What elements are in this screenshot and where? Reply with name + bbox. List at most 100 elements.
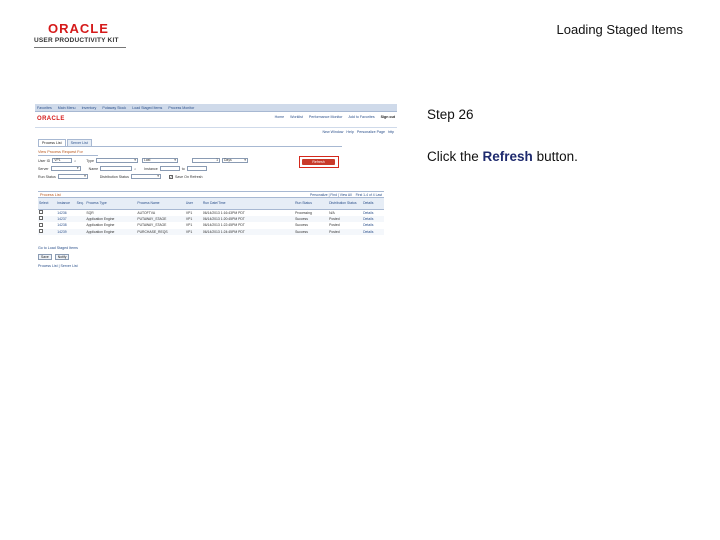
http-link[interactable]: http — [388, 130, 394, 134]
row-1: User ID VP1 ⌕ Type Last 1 Days — [38, 158, 248, 163]
grid-navigation: Personalize | Find | View All First 1-4 … — [310, 193, 382, 197]
instance-to-field[interactable] — [186, 166, 207, 171]
worklist-link[interactable]: Worklist — [290, 115, 303, 119]
instruction-prefix: Click the — [427, 149, 483, 164]
breadcrumb-item[interactable]: Process Monitor — [168, 106, 194, 110]
refresh-highlight-box — [299, 156, 339, 168]
step-instruction: Click the Refresh button. — [427, 149, 578, 164]
type-select[interactable] — [95, 158, 138, 163]
instance-from-field[interactable] — [159, 166, 180, 171]
run-datetime-cell: 06/14/2013 1:24:45PM PDT — [201, 228, 295, 235]
save-on-refresh-checkbox[interactable]: ✓ — [168, 174, 173, 179]
personalize-page-link[interactable]: Personalize Page — [357, 130, 385, 134]
last-value-field[interactable]: 1 — [191, 158, 220, 163]
load-staged-items-link[interactable]: Go to Load Staged Items — [38, 246, 78, 250]
column-header[interactable]: Instance — [56, 198, 76, 210]
table-header-row: Select Instance Seq. Process Type Proces… — [38, 198, 384, 210]
user-cell: VP1 — [184, 228, 202, 235]
instance-cell[interactable]: 14239 — [56, 228, 76, 235]
slide-title: Loading Staged Items — [556, 22, 683, 37]
process-list-title: Process List — [40, 192, 61, 197]
run-status-select[interactable] — [57, 174, 88, 179]
application-screenshot: Favorites Main Menu Inventory Putaway St… — [35, 104, 397, 270]
column-header: Select — [38, 198, 57, 210]
details-link[interactable]: Details — [362, 228, 384, 235]
column-header: Details — [362, 198, 384, 210]
app-logo: ORACLE — [37, 116, 65, 122]
column-header[interactable]: Distribution Status — [328, 198, 363, 210]
run-status-label: Run Status — [38, 174, 56, 179]
app-header: ORACLE Home Worklist Performance Monitor… — [35, 112, 397, 128]
breadcrumb-item[interactable]: Favorites — [37, 106, 52, 110]
logo-wordmark: ORACLE — [48, 21, 109, 36]
process-type-cell: Application Engine — [85, 228, 137, 235]
select-cell[interactable] — [38, 228, 57, 235]
step-number: Step 26 — [427, 107, 474, 122]
column-header[interactable]: Run Date/Time — [201, 198, 295, 210]
row-3: Run Status Distribution Status ✓ Save On… — [38, 174, 203, 179]
days-select[interactable]: Days — [221, 158, 248, 163]
breadcrumb-item[interactable]: Load Staged Items — [132, 106, 162, 110]
column-header[interactable]: Seq. — [75, 198, 86, 210]
grid-pager[interactable]: First 1-4 of 4 Last — [356, 193, 382, 197]
bottom-tab-links[interactable]: Process List | Server List — [38, 264, 78, 268]
run-status-cell: Success — [294, 228, 329, 235]
tab-server-list[interactable]: Server List — [66, 139, 92, 146]
column-header[interactable]: User — [184, 198, 202, 210]
column-header[interactable]: Process Type — [85, 198, 137, 210]
breadcrumb-item[interactable]: Inventory — [82, 106, 97, 110]
breadcrumb-item[interactable]: Putaway Stock — [102, 106, 126, 110]
help-link[interactable]: Help — [346, 130, 353, 134]
name-field[interactable] — [100, 166, 133, 171]
row-checkbox[interactable] — [39, 229, 43, 234]
breadcrumb-item[interactable]: Main Menu — [58, 106, 76, 110]
action-buttons: Save Notify — [38, 254, 70, 260]
performance-monitor-link[interactable]: Performance Monitor — [309, 115, 343, 119]
request-criteria: View Process Request For User ID VP1 ⌕ T… — [38, 150, 338, 188]
new-window-link[interactable]: New Window — [322, 130, 343, 134]
tab-divider — [38, 146, 342, 147]
oracle-upk-logo: ORACLE USER PRODUCTIVITY KIT — [34, 22, 126, 48]
tab-process-list[interactable]: Process List — [38, 139, 66, 146]
user-id-field[interactable]: VP1 — [52, 158, 73, 163]
to-label: to — [181, 166, 185, 171]
distribution-status-cell: Posted — [328, 228, 363, 235]
row-checkbox[interactable] — [39, 210, 43, 214]
table-row: 14239 Application Engine PURCHASE_REQS V… — [38, 228, 384, 235]
server-label: Server — [38, 166, 49, 171]
process-list-header: Process List Personalize | Find | View A… — [38, 191, 384, 198]
instruction-highlight: Refresh — [482, 149, 533, 164]
row-2: Server Name ⌕ Instance to — [38, 166, 207, 171]
row-checkbox[interactable] — [39, 216, 43, 221]
notify-button[interactable]: Notify — [54, 254, 70, 260]
process-list: Process List Personalize | Find | View A… — [38, 191, 384, 235]
name-label: Name — [88, 166, 99, 171]
process-name-cell: PURCHASE_REQS — [136, 228, 185, 235]
row-checkbox[interactable] — [39, 222, 43, 227]
process-table: Select Instance Seq. Process Type Proces… — [38, 198, 384, 235]
column-header[interactable]: Run Status — [294, 198, 329, 210]
save-button[interactable]: Save — [38, 254, 52, 260]
page-tabs: Process List Server List — [38, 139, 92, 146]
add-to-favorites-link[interactable]: Add to Favorites — [348, 115, 374, 119]
sign-out-link[interactable]: Sign out — [381, 115, 395, 119]
lookup-icon[interactable]: ⌕ — [74, 159, 78, 163]
type-label: Type — [86, 158, 94, 163]
home-link[interactable]: Home — [275, 115, 285, 119]
instruction-suffix: button. — [532, 149, 578, 164]
distribution-status-label: Distribution Status — [99, 174, 129, 179]
lookup-icon[interactable]: ⌕ — [134, 167, 138, 171]
logo-subtitle: USER PRODUCTIVITY KIT — [34, 37, 119, 44]
distribution-status-select[interactable] — [130, 174, 161, 179]
server-select[interactable] — [50, 166, 81, 171]
last-select[interactable]: Last — [141, 158, 178, 163]
seq-cell — [75, 228, 86, 235]
breadcrumb: Favorites Main Menu Inventory Putaway St… — [35, 104, 397, 112]
grid-tools-link[interactable]: Personalize | Find | View All — [310, 193, 352, 197]
window-links: New Window Help Personalize Page http — [322, 130, 394, 134]
column-header[interactable]: Process Name — [136, 198, 185, 210]
request-title: View Process Request For — [38, 150, 98, 156]
logo-divider — [34, 47, 126, 48]
user-id-label: User ID — [38, 158, 51, 163]
header-links: Home Worklist Performance Monitor Add to… — [275, 115, 395, 119]
